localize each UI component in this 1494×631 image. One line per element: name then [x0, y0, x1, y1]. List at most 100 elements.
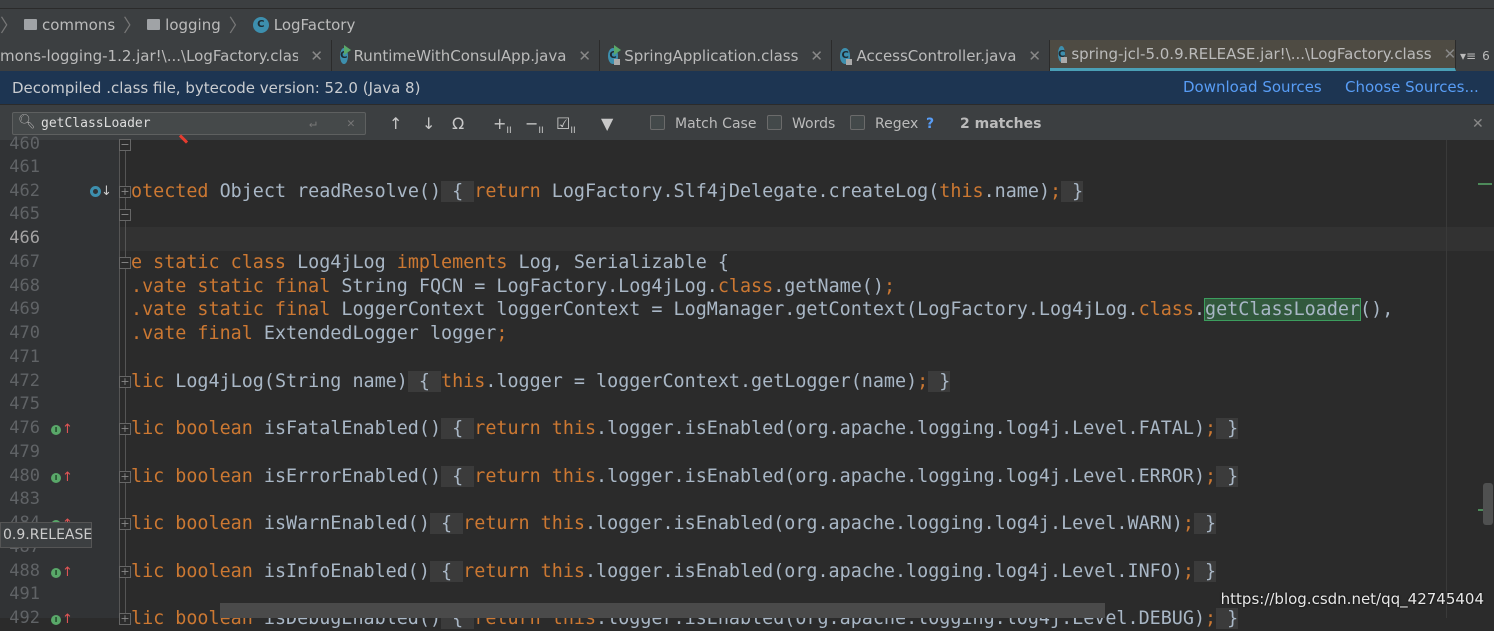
code-token: (), — [1360, 299, 1394, 320]
hint-overlay — [220, 603, 1105, 618]
implements-method-icon[interactable]: I↑ — [51, 470, 73, 485]
code-token: String FQCN = LogFactory.Log4jLog. — [330, 276, 718, 297]
folded-code[interactable]: } — [1216, 608, 1239, 629]
folded-code[interactable]: { — [429, 561, 464, 582]
line-number: 480 — [9, 466, 40, 486]
keyword-token: this — [939, 181, 984, 202]
code-line[interactable]: lic boolean isErrorEnabled() { return th… — [131, 465, 1239, 489]
keyword-token: ; — [1205, 418, 1217, 439]
expand-fold-icon[interactable]: + — [119, 423, 131, 435]
line-number: 476 — [9, 418, 40, 438]
code-line[interactable]: .vate static final String FQCN = LogFact… — [131, 275, 895, 299]
collapse-fold-icon[interactable]: − — [119, 139, 131, 151]
collapse-fold-icon[interactable]: − — [119, 257, 131, 269]
implements-method-icon[interactable]: I↑ — [51, 422, 73, 437]
folded-code[interactable]: { — [407, 371, 442, 392]
code-line[interactable]: lic boolean isWarnEnabled() { return thi… — [131, 512, 1217, 536]
expand-fold-icon[interactable]: + — [119, 518, 131, 530]
line-number: 470 — [9, 323, 40, 343]
expand-fold-icon[interactable]: + — [119, 376, 131, 388]
keyword-token: lic boolean — [131, 561, 253, 582]
overrides-icon[interactable]: ↓ — [90, 184, 112, 199]
expand-fold-icon[interactable]: + — [119, 471, 131, 483]
code-line[interactable]: otected Object readResolve() { return Lo… — [131, 180, 1084, 204]
search-match-highlight: getClassLoader — [1204, 298, 1362, 321]
code-line[interactable]: e static class Log4jLog implements Log, … — [131, 251, 729, 275]
line-number: 467 — [9, 252, 40, 272]
code-token: . — [1193, 299, 1206, 320]
code-token: .logger.isEnabled(org.apache.logging.log… — [596, 418, 1206, 439]
code-line[interactable]: .vate static final LoggerContext loggerC… — [131, 298, 1393, 322]
folded-code[interactable]: } — [1061, 181, 1084, 202]
expand-fold-icon[interactable]: + — [119, 613, 131, 625]
keyword-token: .vate static final — [131, 299, 331, 320]
code-line[interactable]: lic Log4jLog(String name) { this.logger … — [131, 370, 951, 394]
code-token: ExtendedLogger logger — [252, 323, 497, 344]
line-number: 488 — [9, 561, 40, 581]
code-line[interactable]: .vate final ExtendedLogger logger; — [131, 322, 507, 346]
line-number: 462 — [9, 181, 40, 201]
keyword-token: ; — [1182, 561, 1194, 582]
keyword-token: return this — [474, 466, 597, 487]
keyword-token: return this — [463, 513, 585, 534]
keyword-token: return this — [463, 561, 585, 582]
code-token: .logger.isEnabled(org.apache.logging.log… — [596, 466, 1206, 487]
code-editor[interactable]: 460 − 461 462 ↓ otected Object readResolve() … — [0, 0, 1494, 629]
line-number: 475 — [9, 394, 40, 414]
code-token: isWarnEnabled() — [252, 513, 430, 534]
implements-method-icon[interactable]: I↑ — [51, 565, 73, 580]
watermark: https://blog.csdn.net/qq_42745404 — [1220, 590, 1484, 608]
keyword-token: class — [717, 276, 774, 297]
line-number: 491 — [9, 584, 40, 604]
code-line[interactable]: lic boolean isInfoEnabled() { return thi… — [131, 560, 1217, 584]
folded-code[interactable]: } — [1216, 466, 1239, 487]
keyword-token: ; — [883, 276, 896, 297]
line-number: 466 — [9, 228, 40, 248]
keyword-token: ; — [496, 323, 508, 344]
keyword-token: ; — [917, 371, 929, 392]
folded-code[interactable]: { — [441, 181, 475, 202]
line-number: 469 — [9, 299, 40, 319]
keyword-token: class — [1138, 299, 1194, 320]
keyword-token: ; — [1205, 608, 1217, 629]
collapse-fold-icon[interactable]: − — [119, 209, 131, 221]
expand-fold-icon[interactable]: + — [119, 566, 131, 578]
line-number: 471 — [9, 347, 40, 367]
folded-code[interactable]: { — [441, 418, 475, 439]
keyword-token: .vate static final — [131, 276, 331, 297]
scroll-marker — [1478, 183, 1492, 185]
expand-fold-icon[interactable]: + — [119, 186, 131, 198]
keyword-token: lic boolean — [131, 418, 253, 439]
code-token: .logger = loggerContext.getLogger(name) — [485, 371, 918, 392]
version-tooltip: 0.9.RELEASE — [0, 522, 92, 548]
folded-code[interactable]: } — [1216, 418, 1239, 439]
keyword-token: lic boolean — [131, 513, 253, 534]
line-number: 492 — [9, 608, 40, 628]
line-number: 461 — [9, 157, 40, 177]
line-number: 479 — [9, 442, 40, 462]
line-number: 472 — [9, 371, 40, 391]
implements-method-icon[interactable]: I↑ — [51, 612, 73, 627]
keyword-token: this — [441, 371, 486, 392]
line-number: 465 — [9, 204, 40, 224]
folded-code[interactable]: } — [1193, 561, 1217, 582]
folded-code[interactable]: { — [429, 513, 464, 534]
code-token: Log4jLog(String name) — [164, 371, 408, 392]
keyword-token: return this — [474, 418, 597, 439]
code-token: .name) — [983, 181, 1051, 202]
code-line[interactable]: lic boolean isFatalEnabled() { return th… — [131, 417, 1239, 441]
keyword-token: return — [474, 181, 541, 202]
code-token: LoggerContext loggerContext = LogManager… — [330, 299, 1139, 320]
line-number: 468 — [9, 276, 40, 296]
code-token: isErrorEnabled() — [252, 466, 442, 487]
folded-code[interactable]: } — [928, 371, 951, 392]
folded-code[interactable]: } — [1193, 513, 1217, 534]
vertical-scrollbar-thumb[interactable] — [1483, 483, 1493, 525]
keyword-token: .vate final — [131, 323, 253, 344]
keyword-token: lic — [131, 371, 165, 392]
code-token: .logger.isEnabled(org.apache.logging.log… — [584, 561, 1183, 582]
keyword-token: ; — [1182, 513, 1194, 534]
keyword-token: ; — [1050, 181, 1062, 202]
folded-code[interactable]: { — [441, 466, 475, 487]
keyword-token: e static class — [131, 252, 287, 273]
